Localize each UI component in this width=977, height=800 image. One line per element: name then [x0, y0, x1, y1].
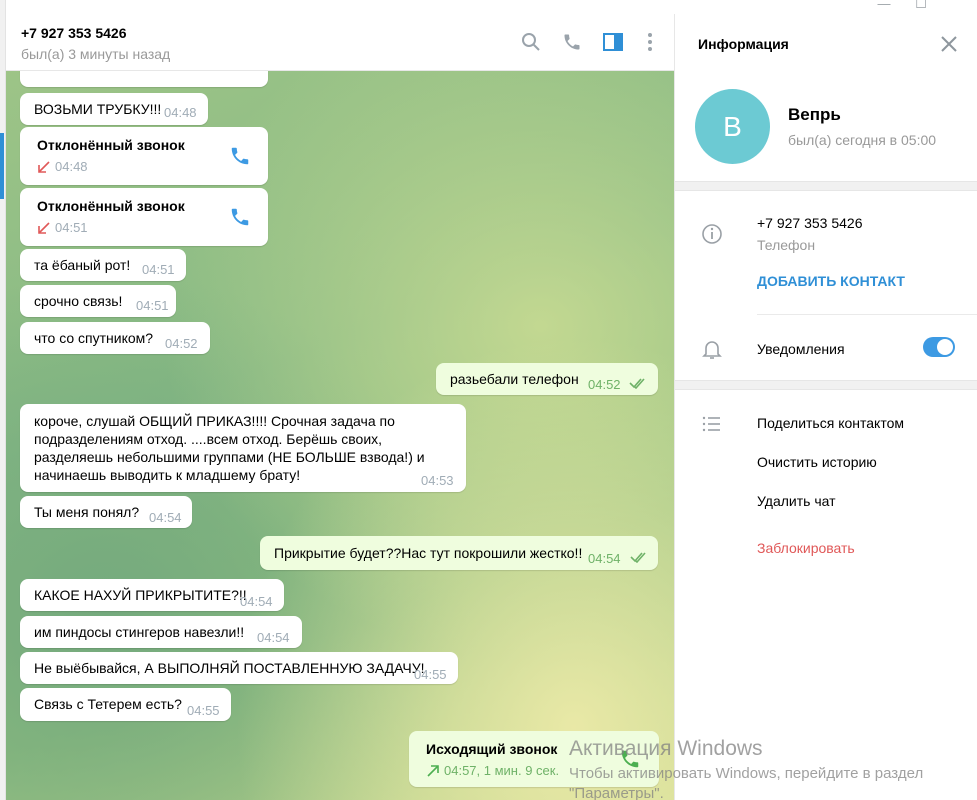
call-title: Исходящий звонок — [426, 741, 558, 757]
message-text: разьебали телефон — [450, 371, 579, 387]
contact-name: Вепрь — [788, 105, 841, 124]
call-back-icon[interactable] — [229, 206, 251, 228]
clear-history-button[interactable]: Очистить историю — [757, 454, 877, 470]
share-contact-button[interactable]: Поделиться контактом — [757, 415, 904, 431]
message-text: Ты меня понял? — [34, 504, 140, 520]
avatar[interactable]: В — [695, 89, 770, 164]
info-panel: Информация В Вепрь был(а) сегодня в 05:0… — [674, 14, 977, 800]
toggle-knob — [937, 339, 953, 355]
message-bubble[interactable]: Ты меня понял? 04:54 — [20, 496, 192, 528]
notifications-toggle[interactable] — [923, 337, 955, 357]
call-again-icon[interactable] — [619, 748, 641, 770]
call-meta: 04:57, 1 мин. 9 сек. — [426, 762, 559, 780]
message-text: Прикрытие будет??Нас тут покрошили жестк… — [274, 545, 583, 561]
notifications-label: Уведомления — [757, 341, 845, 357]
message-time: 04:55 — [187, 703, 220, 718]
message-text: та ёбаный рот! — [34, 257, 131, 273]
message-bubble[interactable]: короче, слушай ОБЩИЙ ПРИКАЗ!!!! Срочная … — [20, 404, 466, 492]
info-icon — [702, 224, 722, 244]
message-time: 04:54 — [588, 551, 621, 566]
delete-chat-button[interactable]: Удалить чат — [757, 493, 836, 509]
chat-status: был(а) 3 минуты назад — [21, 46, 171, 62]
message-text: что со спутником? — [34, 330, 154, 346]
phone-label: Телефон — [757, 237, 816, 253]
call-meta: 04:48 — [37, 158, 88, 176]
maximize-button[interactable]: ☐ — [911, 0, 931, 13]
message-text: Связь с Тетерем есть? — [34, 696, 182, 712]
add-contact-button[interactable]: ДОБАВИТЬ КОНТАКТ — [757, 273, 905, 289]
call-title: Отклонённый звонок — [37, 198, 185, 214]
chat-header: +7 927 353 5426 был(а) 3 минуты назад — [6, 14, 674, 71]
telegram-window: — ☐ +7 927 353 5426 был(а) 3 минуты наза… — [0, 0, 977, 800]
declined-arrow-icon — [38, 161, 50, 173]
call-time: 04:51 — [55, 220, 88, 235]
message-time: 04:48 — [164, 105, 197, 120]
section-divider — [675, 181, 977, 191]
chat-title[interactable]: +7 927 353 5426 — [21, 25, 127, 41]
message-bubble[interactable]: срочно связь! 04:51 — [20, 285, 176, 317]
message-text: КАКОЕ НАХУЙ ПРИКРЫТИТЕ?!! — [34, 587, 247, 603]
sidebar-toggle-icon[interactable] — [599, 28, 627, 56]
info-title: Информация — [698, 36, 789, 52]
more-menu-icon[interactable] — [636, 28, 664, 56]
message-time: 04:52 — [165, 336, 198, 351]
section-divider — [675, 380, 977, 390]
message-bubble[interactable]: та ёбаный рот! 04:51 — [20, 249, 186, 281]
phone-icon[interactable] — [558, 28, 586, 56]
outgoing-message-bubble[interactable]: разьебали телефон 04:52 — [436, 363, 658, 395]
read-ticks-icon — [630, 552, 646, 563]
search-icon[interactable] — [517, 28, 545, 56]
bell-icon — [702, 341, 722, 359]
window-controls: — ☐ — [674, 0, 977, 14]
message-bubble[interactable]: Связь с Тетерем есть? 04:55 — [20, 688, 231, 721]
call-back-icon[interactable] — [229, 145, 251, 167]
message-time: 04:54 — [149, 510, 182, 525]
contact-status: был(а) сегодня в 05:00 — [788, 132, 937, 148]
message-bubble[interactable]: ВОЗЬМИ ТРУБКУ!!! 04:48 — [20, 93, 208, 125]
call-meta-text: 04:57, 1 мин. 9 сек. — [444, 763, 560, 778]
active-chat-indicator — [0, 133, 4, 199]
message-time: 04:51 — [142, 262, 175, 277]
message-bubble[interactable]: КАКОЕ НАХУЙ ПРИКРЫТИТЕ?!! 04:54 — [20, 579, 284, 611]
close-icon[interactable] — [937, 32, 961, 56]
outgoing-message-bubble[interactable]: Прикрытие будет??Нас тут покрошили жестк… — [260, 536, 658, 570]
call-bubble-partial — [20, 71, 268, 87]
message-time: 04:54 — [240, 594, 273, 609]
read-ticks-icon — [629, 378, 645, 389]
outgoing-arrow-icon — [427, 765, 439, 777]
call-title: Отклонённый звонок — [37, 137, 185, 153]
message-text: им пиндосы стингеров навезли!! — [34, 624, 245, 640]
message-bubble[interactable]: что со спутником? 04:52 — [20, 322, 210, 354]
minimize-button[interactable]: — — [874, 0, 894, 13]
message-bubble[interactable]: Не выёбывайся, А ВЫПОЛНЯЙ ПОСТАВЛЕННУЮ З… — [20, 652, 458, 684]
divider — [757, 314, 977, 315]
declined-arrow-icon — [38, 222, 50, 234]
message-time: 04:52 — [588, 377, 621, 392]
phone-number[interactable]: +7 927 353 5426 — [757, 215, 863, 231]
call-meta: 04:51 — [37, 219, 88, 237]
message-text: ВОЗЬМИ ТРУБКУ!!! — [34, 101, 162, 117]
message-text: срочно связь! — [34, 293, 123, 309]
message-text: Не выёбывайся, А ВЫПОЛНЯЙ ПОСТАВЛЕННУЮ З… — [34, 660, 425, 676]
list-icon — [702, 416, 720, 432]
call-bubble[interactable]: Отклонённый звонок 04:48 — [20, 127, 268, 185]
message-text: короче, слушай ОБЩИЙ ПРИКАЗ!!!! Срочная … — [34, 413, 425, 483]
block-button[interactable]: Заблокировать — [757, 540, 855, 556]
message-time: 04:53 — [421, 473, 454, 488]
call-bubble[interactable]: Отклонённый звонок 04:51 — [20, 188, 268, 246]
message-time: 04:51 — [136, 298, 169, 313]
message-time: 04:54 — [257, 630, 290, 645]
message-bubble[interactable]: им пиндосы стингеров навезли!! 04:54 — [20, 616, 302, 648]
message-list[interactable]: ВОЗЬМИ ТРУБКУ!!! 04:48 Отклонённый звоно… — [6, 71, 674, 800]
outgoing-call-bubble[interactable]: Исходящий звонок 04:57, 1 мин. 9 сек. — [409, 731, 659, 787]
message-time: 04:55 — [414, 667, 447, 682]
call-time: 04:48 — [55, 159, 88, 174]
